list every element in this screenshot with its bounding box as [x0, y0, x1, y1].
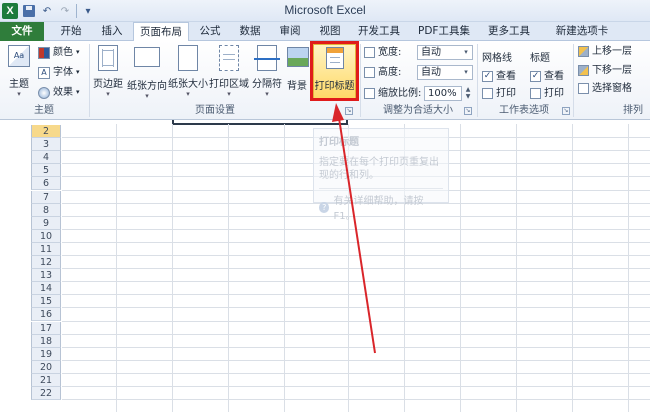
annotation-arrow-icon: [332, 103, 376, 354]
arrow-head: [332, 103, 344, 122]
excel-window: X ↶ ↷ ▾ Microsoft Excel 文件 开始 插入 页面布局 公式…: [0, 0, 650, 412]
arrow-shaft: [338, 117, 376, 354]
